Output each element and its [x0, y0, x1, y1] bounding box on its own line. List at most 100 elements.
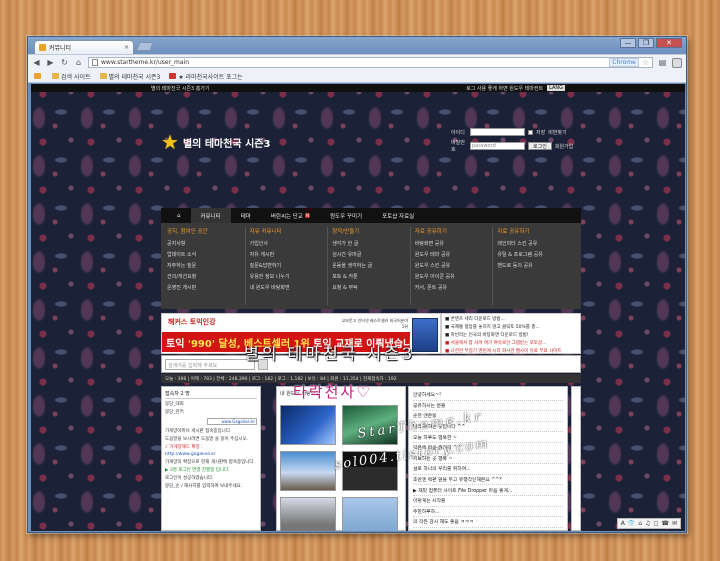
tab-close-icon[interactable]: ×: [124, 44, 129, 51]
home-icon[interactable]: ⌂: [74, 58, 83, 67]
font-icon[interactable]: A: [621, 520, 625, 527]
phone-icon[interactable]: ☎: [661, 520, 668, 527]
menu-item[interactable]: 내 윈도우 바탕화면: [250, 284, 325, 291]
house-icon[interactable]: ⌂: [638, 520, 642, 527]
close-window-button[interactable]: ✕: [656, 38, 682, 48]
news-link[interactable]: ■ 마빈라는 인국의 바탕화면 다운로드 방법!: [445, 332, 577, 338]
bookmark-search-sites[interactable]: 검색 사이트: [52, 72, 91, 81]
chat-line[interactable]: http://www.gagalive.kr: [165, 452, 257, 457]
chat-user[interactable]: 몽당_관키: [165, 409, 257, 415]
gagalive-link[interactable]: www.Gagalive.kr: [207, 418, 257, 425]
menu-item[interactable]: 윈도우 테마 공유: [415, 251, 490, 258]
menu-item[interactable]: 자주하는 질문: [167, 262, 242, 269]
menu-item[interactable]: 유용한 정보 나누기: [250, 273, 325, 280]
find-password-link[interactable]: 비번찾기: [548, 129, 566, 136]
menu-item[interactable]: 포토 & 카툰: [332, 273, 407, 280]
new-badge: N: [304, 213, 310, 218]
music-icon[interactable]: ♫: [645, 520, 650, 527]
menu-item[interactable]: 바탕화면 공유: [415, 240, 490, 247]
page-viewport: 별의 테마천국 시즌3 홈가기 로그 사용 좋게 하면 원도우 테마컨트 LAN…: [31, 84, 685, 531]
board-row[interactable]: 주한하루하...: [413, 507, 563, 518]
site-logo[interactable]: ★ 별의 테마천국 시즌3: [161, 132, 270, 152]
menu-item[interactable]: 윈도우 아이콘 공유: [415, 273, 490, 280]
top-strip-home-link[interactable]: 별의 테마천국 시즌3 홈가기: [151, 85, 210, 92]
menu-item[interactable]: 운동을 생각하는 글: [332, 262, 407, 269]
password-input[interactable]: password: [470, 142, 525, 150]
wallpaper-thumb[interactable]: [280, 451, 336, 491]
board-row[interactable]: 초반엔 떡판 앞을 두고 유행각인해본요 ^^*: [413, 475, 563, 486]
bookmark-star-theme[interactable]: 별의 테마천국 시즌3: [99, 72, 160, 81]
menu-item[interactable]: 밴드로 등의 공유: [497, 262, 572, 269]
reload-icon[interactable]: ↻: [60, 58, 69, 67]
menu-item[interactable]: 가입인사: [250, 240, 325, 247]
wallpaper-thumb[interactable]: [342, 497, 398, 531]
menu-item[interactable]: 요청 & 부탁: [332, 284, 407, 291]
top-strip-notice[interactable]: 로그 사용 좋게 하면 원도우 테마컨트: [466, 85, 543, 92]
news-link[interactable]: ■ 국제통 항암를 놓치지 않고 클릭토 50%를 총...: [445, 324, 577, 330]
id-input[interactable]: [470, 128, 525, 136]
login-button[interactable]: 로그인: [528, 142, 552, 150]
new-tab-button[interactable]: [136, 42, 154, 51]
bookmark-home[interactable]: [34, 73, 43, 79]
join-link[interactable]: 회원가입: [555, 143, 573, 150]
star-icon: ★: [161, 130, 179, 154]
wrench-icon[interactable]: [672, 57, 682, 68]
nav-window-deco[interactable]: 원도우 꾸미기: [320, 208, 372, 223]
menu-item[interactable]: 질문&답변하기: [250, 262, 325, 269]
forward-icon[interactable]: ▶: [46, 58, 55, 67]
nav-photoshop[interactable]: 포토샵 자료실: [372, 208, 424, 223]
menu-item[interactable]: 생각가 한 글: [332, 240, 407, 247]
news-link[interactable]: ■ 나한한 무점기 영린에 시작 화사관 웹사이 유료 무료 사이트: [445, 348, 577, 354]
nav-home[interactable]: ⌂: [167, 208, 191, 223]
menu-item[interactable]: 자유 게시판: [250, 251, 325, 258]
bookmark-star-icon[interactable]: ☆: [642, 58, 649, 67]
lang-button[interactable]: LANG: [547, 85, 565, 91]
site-search-input[interactable]: 검색어를 입력해 주세요: [165, 358, 255, 370]
shirt-icon[interactable]: 👕: [628, 520, 635, 527]
save-id-checkbox[interactable]: [528, 129, 533, 135]
wallpaper-thumb[interactable]: [280, 405, 336, 445]
maximize-button[interactable]: ❐: [638, 38, 654, 48]
mega-menu: 공지, 참여인 공간 공지사항 업데이트 소식 자주하는 질문 건의/개선요청 …: [161, 223, 581, 309]
news-link[interactable]: ■ 콘텐츠 세리 다운로드 방법...: [445, 316, 577, 322]
chat-user[interactable]: 몽당_대회: [165, 401, 257, 407]
page-menu-icon[interactable]: ▤: [658, 58, 667, 67]
bookmarks-bar: 검색 사이트 별의 테마천국 시즌3 ★ 라마천국사이트 포그는: [28, 70, 686, 83]
tab-community[interactable]: 커뮤니티 ×: [34, 40, 134, 54]
news-link[interactable]: ■ 서울에서 팝 사려 여기 여유로인 그램받는 포토샵...: [445, 340, 577, 346]
nav-theme[interactable]: 테마: [231, 208, 261, 223]
chat-line: ♪ 가게양해드 확장 :: [165, 445, 203, 450]
mail-icon[interactable]: ✉: [672, 520, 677, 527]
minimize-button[interactable]: —: [620, 38, 636, 48]
board-row[interactable]: 공유하시는 분들: [413, 401, 563, 412]
nav-community[interactable]: 커뮤니티: [190, 208, 231, 223]
window-icon[interactable]: ◻: [654, 520, 659, 527]
nav-etc[interactable]: 버린씨는 단교 N: [261, 208, 320, 223]
board-row[interactable]: 의 작은 감사 해도 좋음 ㅋㅋㅋ: [413, 517, 563, 528]
home-folder-icon: [34, 73, 41, 79]
menu-item[interactable]: 심시간 유머글: [332, 251, 407, 258]
menu-item[interactable]: 공지사항: [167, 240, 242, 247]
chat-line: ▶ 3명 로그인 연결 진행중 입니다.: [165, 468, 230, 473]
wallpaper-thumb[interactable]: [280, 497, 336, 531]
menu-item[interactable]: 커서, 폰트 공유: [415, 284, 490, 291]
menu-item[interactable]: 건의/개선요청: [167, 273, 242, 280]
back-icon[interactable]: ◀: [32, 58, 41, 67]
board-row[interactable]: 설로 하나의 우리를 위하여...: [413, 464, 563, 475]
pw-label: 비밀번호: [451, 140, 465, 153]
site-top-strip: 별의 테마천국 시즌3 홈가기 로그 사용 좋게 하면 원도우 테마컨트 LAN…: [31, 84, 685, 92]
board-row[interactable]: 이렇게는 시작들: [413, 496, 563, 507]
id-label: 아이디: [451, 129, 465, 136]
menu-item[interactable]: 업데이트 소식: [167, 251, 242, 258]
bookmark-theme-site[interactable]: ★ 라마천국사이트 포그는: [169, 72, 243, 81]
banner-brand: 해커스 토익인강: [168, 318, 216, 326]
watermark-title: 별의 테마천국 시즌3: [244, 344, 416, 363]
board-row[interactable]: ▶ 재밌 컴퓨터 사이트 File Dropper 마음 좋게...: [413, 485, 563, 496]
board-row[interactable]: 안녕하세요~!: [413, 390, 563, 401]
menu-item[interactable]: 유틸 & 프로그램 공유: [497, 251, 572, 258]
right-scroll-strip[interactable]: [571, 386, 581, 531]
address-bar[interactable]: www.startheme.kr/user_main Chrome ☆: [88, 57, 653, 68]
menu-item[interactable]: 레인미터 스킨 공유: [497, 240, 572, 247]
menu-item[interactable]: 운영진 게시판: [167, 284, 242, 291]
menu-item[interactable]: 윈도우 스킨 공유: [415, 262, 490, 269]
